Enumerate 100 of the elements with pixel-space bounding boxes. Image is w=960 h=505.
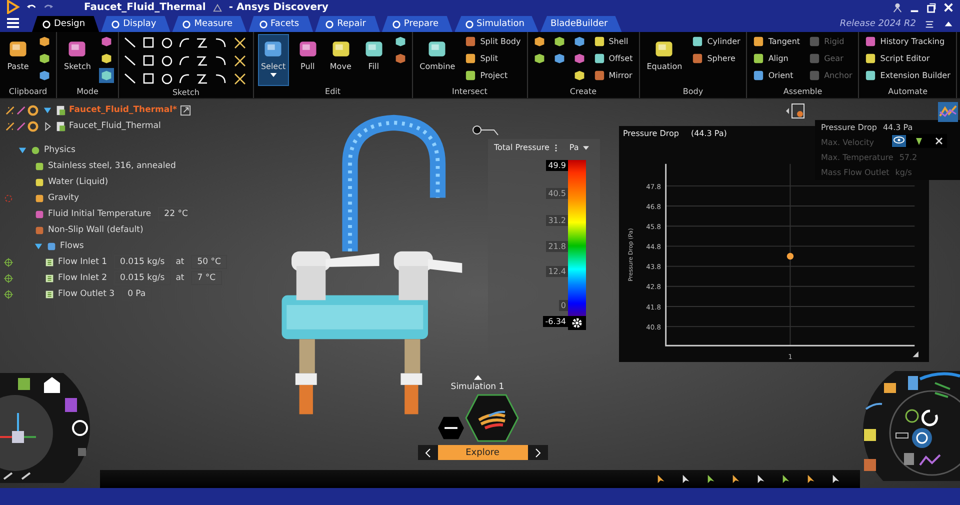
ribbon-button[interactable]: Script Editor: [863, 51, 952, 66]
ribbon-button[interactable]: Shell: [592, 34, 635, 49]
condition-icon: [34, 208, 45, 220]
ribbon-group-label: Assemble: [782, 87, 824, 98]
tree-item[interactable]: Gravity: [48, 193, 80, 203]
ribbon-button[interactable]: History Tracking: [863, 34, 952, 49]
tab-icon: [182, 20, 192, 28]
flow-icon: [44, 256, 55, 268]
expand-toggle-icon[interactable]: [34, 242, 43, 250]
dropdown-caret-icon[interactable]: [582, 144, 589, 152]
ribbon-button[interactable]: Align: [751, 51, 802, 66]
document-icon: [55, 104, 66, 116]
crosshair-icon[interactable]: [4, 258, 13, 266]
result-item[interactable]: Pressure Drop 44.3 Pa: [815, 120, 960, 135]
expand-toggle-icon[interactable]: [43, 106, 52, 114]
tab-icon: [42, 20, 51, 28]
tree-item[interactable]: Flow Inlet 1: [58, 257, 108, 267]
visibility-toggles-icon[interactable]: [4, 120, 40, 132]
legend-title: Total Pressure: [494, 143, 550, 152]
resize-grip-icon[interactable]: [912, 351, 918, 358]
tree-item[interactable]: Non-Slip Wall (default): [48, 225, 144, 235]
crosshair-icon[interactable]: [4, 274, 13, 282]
tab-icon: [392, 20, 401, 28]
tree-item[interactable]: Flow Inlet 2: [58, 273, 108, 283]
ribbon-tab[interactable]: Prepare: [382, 16, 452, 32]
tree-item[interactable]: Flow Outlet 3: [58, 289, 115, 299]
tree-item[interactable]: Stainless steel, 316, annealed: [48, 161, 176, 171]
ribbon-tab[interactable]: Repair: [315, 16, 380, 32]
flow-streamlines-hexagon-icon[interactable]: [464, 394, 518, 442]
ribbon-button[interactable]: Select: [258, 34, 289, 86]
ribbon-button[interactable]: Tangent: [751, 34, 802, 49]
tree-item[interactable]: Water (Liquid): [48, 177, 108, 187]
expand-toggle-icon[interactable]: [43, 122, 52, 130]
block-icon[interactable]: [37, 51, 52, 66]
tree-item[interactable]: Physics: [44, 145, 76, 155]
next-stage-button[interactable]: [528, 445, 548, 460]
ribbon-tab[interactable]: Facets: [248, 16, 314, 32]
up-arrow-icon[interactable]: [474, 375, 482, 380]
tree-item[interactable]: Flows: [60, 241, 84, 251]
ribbon-button[interactable]: Pull: [294, 34, 322, 86]
tool-icon: [465, 53, 476, 64]
ribbon-button[interactable]: Orient: [751, 68, 802, 83]
ribbon-button[interactable]: Equation: [644, 34, 686, 86]
ribbon-group-label: Clipboard: [8, 87, 48, 98]
ribbon-button[interactable]: Offset: [592, 51, 635, 66]
eye-icon[interactable]: [892, 135, 906, 147]
ribbon-button[interactable]: Fill: [360, 34, 388, 86]
ribbon-button[interactable]: Sketch: [61, 34, 94, 86]
close-icon[interactable]: [943, 2, 954, 12]
ribbon-button[interactable]: Cylinder: [690, 34, 742, 49]
ribbon-button[interactable]: Mirror: [592, 68, 635, 83]
tool-icon: [865, 53, 876, 64]
tool-icon: [809, 53, 820, 64]
ribbon-button[interactable]: Move: [326, 34, 355, 86]
more-options-icon[interactable]: [553, 144, 560, 152]
ribbon-button[interactable]: Extension Builder: [863, 68, 952, 83]
app-logo-icon: [6, 0, 20, 14]
block-icon[interactable]: [37, 34, 52, 49]
share-icon[interactable]: [212, 2, 223, 12]
ribbon-button[interactable]: Split Body: [463, 34, 523, 49]
menu-icon[interactable]: [6, 17, 20, 29]
chevron-left-icon: [424, 448, 430, 458]
tool-icon: [692, 36, 704, 47]
popout-icon[interactable]: [180, 104, 191, 116]
ribbon-button[interactable]: Split: [463, 51, 523, 66]
restore-icon[interactable]: [926, 2, 937, 12]
block-icon[interactable]: [37, 68, 52, 83]
ribbon-tab[interactable]: Measure: [172, 16, 247, 32]
stage-button[interactable]: Explore: [438, 445, 528, 460]
ribbon-group-label: Edit: [324, 87, 342, 98]
ribbon-tab[interactable]: BladeBuilder: [540, 16, 622, 32]
ribbon-button[interactable]: Combine: [416, 34, 458, 86]
ribbon-tab[interactable]: Simulation: [454, 16, 538, 32]
ribbon-button[interactable]: Sphere: [690, 51, 742, 66]
ribbon-tab[interactable]: Display: [101, 16, 170, 32]
previous-stage-button[interactable]: [418, 445, 438, 460]
value-separator: at: [176, 273, 184, 283]
tool-icon: [753, 36, 764, 47]
scene-object-icon[interactable]: [785, 102, 807, 120]
ribbon-button[interactable]: Project: [463, 68, 523, 83]
caret-icon: [270, 73, 277, 77]
document-name[interactable]: Faucet_Fluid_Thermal*: [69, 105, 177, 115]
unit-dropdown[interactable]: Pa: [569, 143, 579, 152]
value-field[interactable]: 7 °C: [191, 271, 222, 285]
tool-icon: [594, 53, 605, 64]
visibility-toggles-icon[interactable]: [4, 104, 40, 116]
crosshair-icon[interactable]: [4, 290, 13, 298]
chart-title: Pressure Drop: [623, 129, 679, 138]
ribbon-tab[interactable]: Design: [32, 16, 100, 32]
line-chart-icon[interactable]: [938, 102, 958, 122]
collapse-hexagon-icon[interactable]: [436, 416, 464, 440]
ribbon-options-icon[interactable]: [924, 18, 935, 29]
document-name[interactable]: Faucet_Fluid_Thermal: [69, 121, 161, 131]
settings-icon[interactable]: [568, 316, 586, 330]
ribbon-button[interactable]: Paste: [4, 34, 32, 86]
expand-toggle-icon[interactable]: [18, 146, 27, 154]
simulation-tools-wheel-drawing[interactable]: [860, 371, 960, 481]
tree-item[interactable]: Fluid Initial Temperature: [48, 209, 152, 219]
tool-icon: [692, 53, 704, 64]
block-icon[interactable]: [98, 68, 114, 83]
